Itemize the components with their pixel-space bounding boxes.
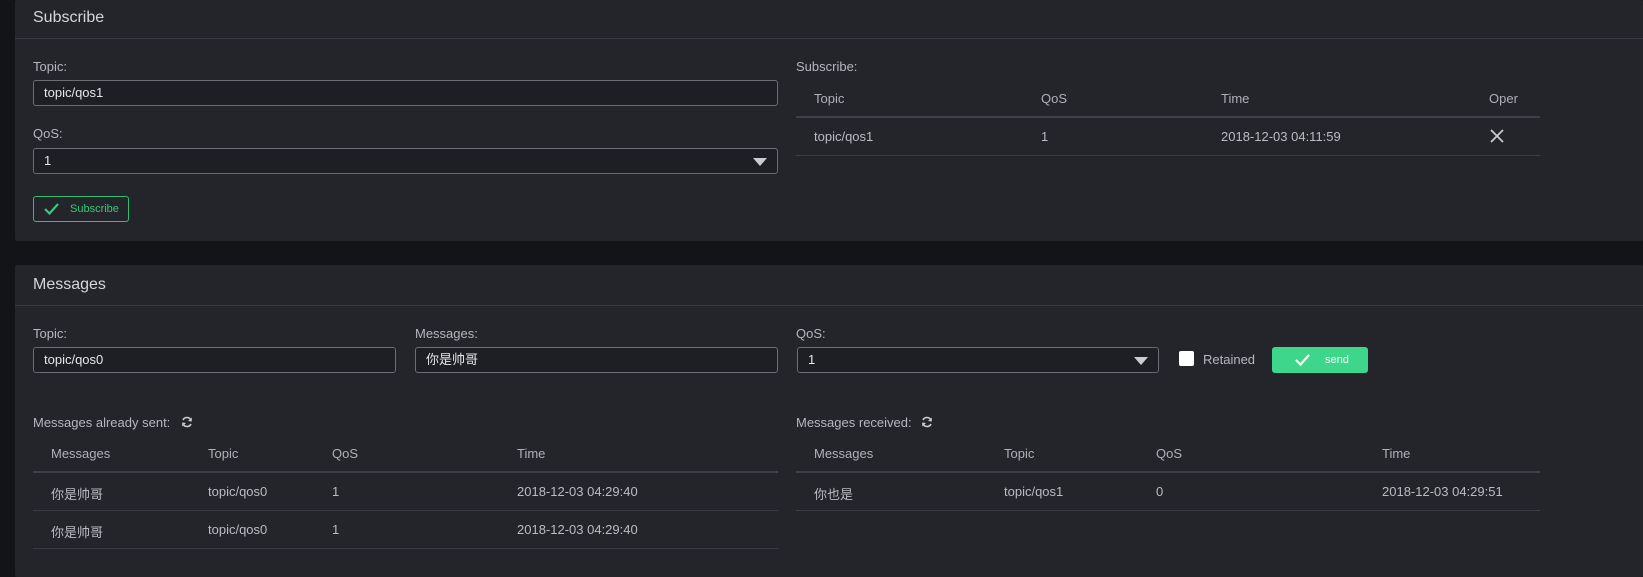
row-qos: 1 bbox=[332, 522, 340, 537]
subscribe-qos-label: QoS: bbox=[33, 126, 63, 141]
column-header-time: Time bbox=[517, 446, 546, 461]
row-time: 2018-12-03 04:29:51 bbox=[1382, 484, 1503, 499]
message-qos-value: 1 bbox=[808, 352, 816, 367]
row-time: 2018-12-03 04:29:40 bbox=[517, 484, 638, 499]
send-button-label: send bbox=[1325, 354, 1349, 366]
column-header-qos: QoS bbox=[332, 446, 359, 461]
row-time: 2018-12-03 04:29:40 bbox=[517, 522, 638, 537]
sent-table-header: Messages Topic QoS Time bbox=[33, 437, 778, 473]
subscribe-button[interactable]: Subscribe bbox=[33, 196, 129, 222]
table-row: topic/qos1 1 2018-12-03 04:11:59 bbox=[796, 118, 1540, 156]
subscribe-qos-value: 1 bbox=[44, 153, 52, 168]
column-header-messages: Messages bbox=[51, 446, 111, 461]
subscribe-topic-label: Topic: bbox=[33, 59, 67, 74]
row-qos: 1 bbox=[1041, 129, 1049, 144]
subscribe-panel: Subscribe Topic: topic/qos1 QoS: 1 Subsc… bbox=[15, 0, 1643, 241]
subscribe-topic-input[interactable]: topic/qos1 bbox=[33, 80, 778, 106]
retained-label: Retained bbox=[1203, 352, 1256, 367]
column-header-topic: Topic bbox=[1004, 446, 1035, 461]
subscribe-panel-title: Subscribe bbox=[33, 9, 105, 26]
subscribe-qos-select[interactable]: 1 bbox=[33, 148, 778, 174]
message-topic-input[interactable]: topic/qos0 bbox=[33, 347, 396, 373]
table-row: 你是帅哥 topic/qos0 1 2018-12-03 04:29:40 bbox=[33, 473, 778, 511]
messages-panel-header: Messages bbox=[15, 265, 1643, 306]
column-header-messages: Messages bbox=[814, 446, 874, 461]
column-header-time: Time bbox=[1382, 446, 1411, 461]
send-button[interactable]: send bbox=[1272, 347, 1368, 373]
column-header-topic: Topic bbox=[814, 91, 845, 106]
retained-checkbox[interactable] bbox=[1179, 351, 1194, 366]
received-messages-label: Messages received: bbox=[796, 415, 912, 430]
row-qos: 0 bbox=[1156, 484, 1164, 499]
caret-down-icon bbox=[1134, 357, 1148, 365]
check-icon bbox=[1295, 354, 1310, 366]
column-header-topic: Topic bbox=[208, 446, 239, 461]
message-topic-value: topic/qos0 bbox=[44, 352, 104, 367]
row-qos: 1 bbox=[332, 484, 340, 499]
refresh-icon[interactable] bbox=[921, 416, 933, 428]
column-header-qos: QoS bbox=[1156, 446, 1183, 461]
message-content-input[interactable]: 你是帅哥 bbox=[415, 347, 778, 373]
subscribe-button-label: Subscribe bbox=[70, 203, 119, 215]
row-time: 2018-12-03 04:11:59 bbox=[1221, 129, 1341, 144]
caret-down-icon bbox=[753, 158, 767, 166]
row-topic: topic/qos0 bbox=[208, 522, 268, 537]
message-content-value: 你是帅哥 bbox=[426, 352, 479, 367]
sent-messages-label: Messages already sent: bbox=[33, 415, 171, 430]
message-qos-select[interactable]: 1 bbox=[797, 347, 1159, 373]
column-header-qos: QoS bbox=[1041, 91, 1068, 106]
close-icon[interactable] bbox=[1490, 129, 1504, 143]
row-message: 你也是 bbox=[814, 487, 854, 502]
subscription-table-header: Topic QoS Time Oper bbox=[796, 82, 1540, 118]
refresh-icon[interactable] bbox=[181, 416, 193, 428]
row-message: 你是帅哥 bbox=[51, 487, 104, 502]
subscribe-topic-value: topic/qos1 bbox=[44, 85, 104, 100]
table-row: 你也是 topic/qos1 0 2018-12-03 04:29:51 bbox=[796, 473, 1540, 511]
row-message: 你是帅哥 bbox=[51, 525, 104, 540]
subscription-list-label: Subscribe: bbox=[796, 59, 858, 74]
messages-panel-title: Messages bbox=[33, 276, 106, 293]
table-row: 你是帅哥 topic/qos0 1 2018-12-03 04:29:40 bbox=[33, 511, 778, 549]
row-topic: topic/qos1 bbox=[814, 129, 874, 144]
received-table-header: Messages Topic QoS Time bbox=[796, 437, 1540, 473]
subscribe-panel-header: Subscribe bbox=[15, 0, 1643, 39]
row-topic: topic/qos0 bbox=[208, 484, 268, 499]
message-content-label: Messages: bbox=[415, 326, 478, 341]
message-qos-label: QoS: bbox=[796, 326, 826, 341]
column-header-time: Time bbox=[1221, 91, 1250, 106]
row-topic: topic/qos1 bbox=[1004, 484, 1064, 499]
messages-panel: Messages Topic: topic/qos0 Messages: 你是帅… bbox=[15, 265, 1643, 577]
check-icon bbox=[44, 203, 59, 215]
column-header-oper: Oper bbox=[1489, 91, 1518, 106]
message-topic-label: Topic: bbox=[33, 326, 67, 341]
